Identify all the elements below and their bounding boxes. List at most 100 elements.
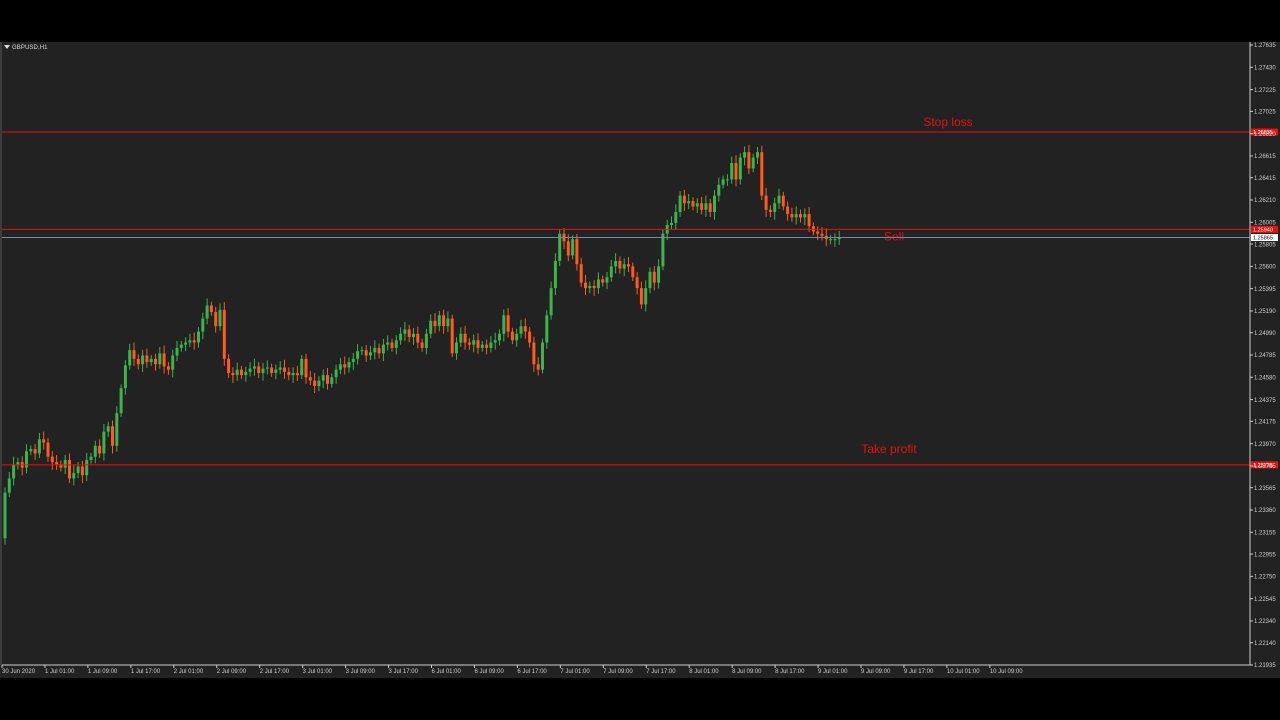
bull-candle	[756, 152, 759, 158]
bear-candle	[506, 315, 510, 332]
bear-candle	[790, 214, 794, 218]
bear-candle	[575, 239, 579, 265]
bear-candle	[579, 264, 583, 283]
bear-candle	[627, 264, 630, 267]
bull-candle	[37, 439, 41, 454]
bull-candle	[188, 340, 192, 343]
bull-candle	[369, 352, 372, 356]
y-tick-label: 1.23765	[1254, 464, 1276, 470]
level-label: Stop loss	[923, 115, 972, 129]
bull-candle	[429, 320, 433, 334]
bear-candle	[33, 449, 37, 454]
y-tick-label: 1.26615	[1254, 154, 1276, 160]
bear-candle	[42, 439, 46, 443]
bear-candle	[46, 442, 50, 457]
bear-candle	[162, 353, 166, 367]
price-chart[interactable]: Stop loss1.26835Sell 1.25940Take profit1.…	[0, 42, 1280, 678]
bull-candle	[201, 318, 205, 332]
y-tick-label: 1.25600	[1254, 265, 1276, 271]
bear-candle	[652, 271, 656, 283]
bull-candle	[115, 413, 119, 446]
bear-candle	[532, 342, 536, 365]
bear-candle	[566, 241, 570, 256]
x-tick-label: 1 Jul 01:00	[45, 669, 75, 675]
bull-candle	[89, 456, 93, 460]
bull-candle	[678, 195, 682, 212]
x-tick-label: 7 Jul 09:00	[603, 669, 633, 675]
x-tick-label: 8 Jul 17:00	[775, 669, 805, 675]
bear-candle	[747, 152, 751, 169]
bull-candle	[218, 309, 222, 327]
bear-candle	[708, 203, 712, 212]
y-tick-label: 1.23970	[1254, 442, 1276, 448]
bull-candle	[149, 358, 153, 363]
y-tick-label: 1.24785	[1254, 353, 1276, 359]
bear-candle	[510, 331, 514, 341]
dropdown-triangle-icon[interactable]	[4, 45, 10, 50]
bull-candle	[3, 492, 7, 539]
bull-candle	[93, 445, 97, 457]
x-tick-label: 9 Jul 09:00	[861, 669, 891, 675]
bull-candle	[515, 333, 519, 341]
bull-candle	[300, 358, 304, 376]
bull-candle	[360, 350, 364, 352]
bear-candle	[80, 466, 84, 476]
bull-candle	[751, 157, 755, 169]
bear-candle	[807, 214, 811, 227]
bear-candle	[136, 358, 140, 365]
bull-candle	[29, 449, 33, 452]
y-tick-label: 1.22340	[1254, 619, 1276, 625]
y-tick-label: 1.25805	[1254, 242, 1276, 248]
bear-candle	[257, 366, 261, 373]
bull-candle	[347, 362, 351, 368]
bull-candle	[72, 473, 76, 479]
bear-candle	[407, 329, 411, 338]
bull-candle	[399, 333, 403, 341]
bear-candle	[476, 340, 480, 348]
bear-candle	[442, 315, 446, 327]
bear-candle	[343, 364, 347, 368]
symbol-text: GBPUSD,H1	[12, 45, 48, 51]
bull-candle	[261, 368, 265, 373]
y-tick-label: 1.24375	[1254, 398, 1276, 404]
bear-candle	[166, 366, 170, 370]
bull-candle	[738, 157, 742, 180]
bull-candle	[717, 184, 721, 196]
x-tick-label: 8 Jul 01:00	[689, 669, 719, 675]
bull-candle	[437, 315, 441, 327]
bull-candle	[704, 203, 708, 210]
bear-candle	[68, 459, 71, 479]
bear-candle	[631, 266, 635, 278]
y-tick-label: 1.24580	[1254, 375, 1276, 381]
bull-candle	[571, 239, 575, 256]
x-tick-label: 2 Jul 09:00	[217, 669, 247, 675]
bear-candle	[420, 342, 424, 348]
bull-candle	[674, 211, 678, 223]
bull-candle	[330, 377, 334, 384]
bull-candle	[596, 279, 600, 289]
symbol-label[interactable]: GBPUSD,H1	[4, 45, 48, 51]
y-tick-label: 1.26820	[1254, 132, 1276, 138]
bull-candle	[321, 375, 325, 381]
bull-candle	[351, 358, 355, 363]
bear-candle	[592, 285, 596, 289]
bull-candle	[609, 266, 613, 278]
bear-candle	[485, 344, 489, 348]
x-tick-label: 1 Jul 09:00	[88, 669, 118, 675]
axes-layer: 1.27635 1.27430 1.27225 1.27025 1.26820 1.266…	[0, 42, 1276, 675]
bull-candle	[63, 459, 67, 468]
x-tick-label: 6 Jul 09:00	[474, 669, 504, 675]
x-tick-label: 3 Jul 09:00	[346, 669, 376, 675]
chart-window[interactable]: Stop loss 1.26835 Sell 1.25940 Take profit 1.…	[0, 42, 1280, 678]
bull-candle	[794, 214, 798, 218]
bull-candle	[480, 344, 484, 348]
bear-candle	[270, 367, 274, 373]
y-tick-label: 1.22140	[1254, 641, 1276, 647]
bull-candle	[106, 426, 110, 432]
bear-candle	[231, 372, 235, 376]
bear-candle	[377, 347, 381, 354]
bear-candle	[764, 195, 768, 210]
bull-candle	[837, 238, 841, 240]
bull-candle	[179, 344, 183, 348]
bull-candle	[687, 201, 691, 204]
